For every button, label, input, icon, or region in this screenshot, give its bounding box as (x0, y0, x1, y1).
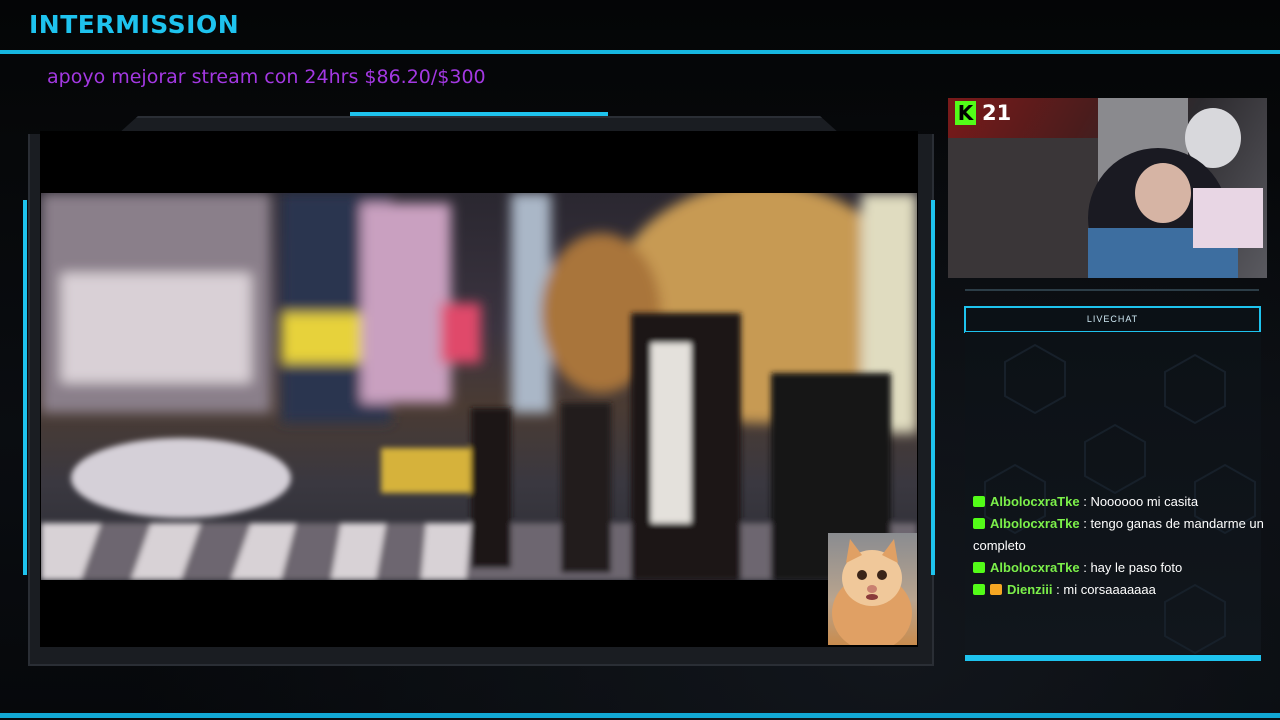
viewer-count-badge: K 21 (955, 101, 1011, 125)
sub-badge-icon (973, 562, 985, 573)
chat-message: AlbolocxraTke : tengo ganas de mandarme … (973, 516, 1264, 553)
chat-message: AlbolocxraTke : hay le paso foto (973, 557, 1268, 579)
chat-username[interactable]: AlbolocxraTke (990, 516, 1080, 531)
webcam-scene (948, 98, 1263, 278)
video-scene (41, 193, 917, 580)
chat-text: Noooooo mi casita (1090, 494, 1199, 509)
frame-top-accent (350, 112, 608, 116)
chat-username[interactable]: AlbolocxraTke (990, 560, 1080, 575)
chat-bottom-accent (965, 655, 1261, 661)
chat-username[interactable]: AlbolocxraTke (990, 494, 1080, 509)
chat-message: Dienziii : mi corsaaaaaaa (973, 579, 1268, 601)
frame-right-accent (931, 200, 935, 575)
city-crossing-video (41, 193, 917, 580)
chat-messages: AlbolocxraTke : Noooooo mi casita Albolo… (973, 491, 1268, 601)
footer-divider (0, 713, 1280, 718)
sub-badge-icon (973, 584, 985, 595)
cat-cam-overlay (828, 533, 917, 645)
chat-username[interactable]: Dienziii (1007, 582, 1053, 597)
kick-logo-icon: K (955, 101, 976, 125)
chat-text: mi corsaaaaaaa (1063, 582, 1156, 597)
frame-left-accent (23, 200, 27, 575)
scene-title: INTERMISSION (29, 10, 240, 39)
sub-badge-icon (973, 518, 985, 529)
cat-image (832, 539, 912, 645)
header-divider (0, 50, 1280, 54)
viewer-count: 21 (982, 101, 1012, 125)
chat-header: LIVECHAT (964, 306, 1261, 333)
chat-text: hay le paso foto (1090, 560, 1183, 575)
streamer-webcam (948, 98, 1267, 278)
donation-goal-text: apoyo mejorar stream con 24hrs $86.20/$3… (47, 66, 486, 88)
gift-badge-icon (990, 584, 1002, 595)
webcam-divider (965, 289, 1259, 291)
sub-badge-icon (973, 496, 985, 507)
chat-message: AlbolocxraTke : Noooooo mi casita (973, 491, 1268, 513)
